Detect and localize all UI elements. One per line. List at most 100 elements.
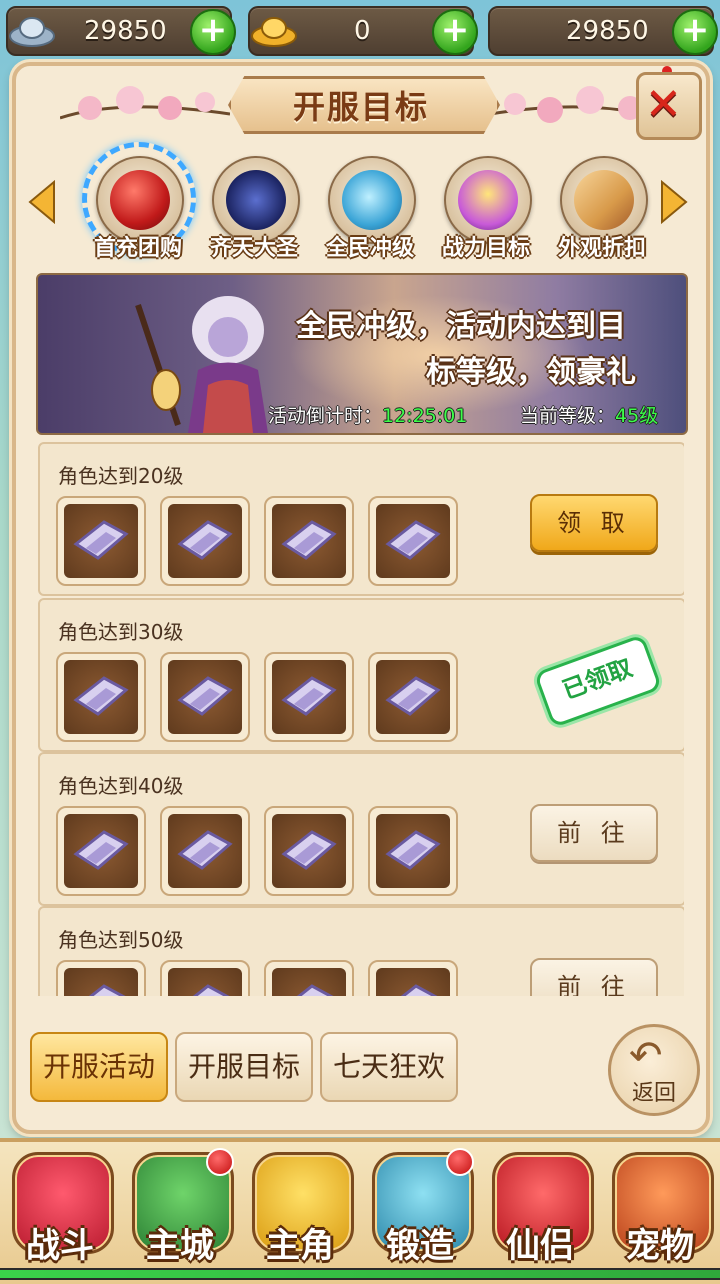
countdown-label: 活动倒计时： — [268, 405, 383, 427]
reward-item[interactable] — [56, 496, 146, 586]
tab-first-recharge[interactable]: 首充团购 — [80, 142, 196, 261]
tab-server-events[interactable]: 开服活动 — [30, 1032, 168, 1102]
tab-power-target[interactable]: 战力目标 — [428, 150, 544, 261]
constellation-icon — [226, 170, 286, 230]
reward-item[interactable] — [264, 652, 354, 742]
row-title: 角色达到40级 — [58, 774, 184, 798]
claim-button[interactable]: 领 取 — [530, 494, 658, 552]
page-title: 开服目标 — [292, 88, 429, 126]
reward-item[interactable] — [368, 960, 458, 996]
tab-level-rush[interactable]: 全民冲级 — [312, 150, 428, 261]
goto-button[interactable]: 前 往 — [530, 958, 658, 996]
talisman-scroll-icon — [376, 968, 450, 996]
target-list[interactable]: 角色达到20级 领 取 角色达到30级 已领取 角色达到40级 前 往 角色达到… — [36, 440, 684, 996]
talisman-scroll-icon — [168, 504, 242, 578]
nav-label: 锻造 — [386, 1226, 454, 1266]
goto-button[interactable]: 前 往 — [530, 804, 658, 862]
notification-badge — [446, 1148, 474, 1176]
reward-item[interactable] — [56, 806, 146, 896]
tab-server-targets[interactable]: 开服目标 — [175, 1032, 313, 1102]
tab-label: 外观折扣 — [557, 236, 646, 261]
banner-headline-2: 标等级，领豪礼 — [426, 355, 636, 390]
activity-tabs: 首充团购 齐天大圣 全民冲级 战力目标 外观折扣 — [70, 142, 650, 261]
medal-icon — [458, 170, 518, 230]
talisman-scroll-icon — [376, 814, 450, 888]
nav-item-forge[interactable]: 锻造 — [364, 1148, 476, 1266]
reward-item[interactable] — [264, 806, 354, 896]
reward-item[interactable] — [160, 496, 250, 586]
event-banner: 全民冲级，活动内达到目 标等级，领豪礼 活动倒计时：12:25:01 当前等级：… — [36, 273, 688, 435]
nav-label: 主城 — [146, 1226, 214, 1266]
reward-item[interactable] — [264, 960, 354, 996]
gold-amount: 0 — [354, 16, 371, 46]
tabs-prev-arrow-icon[interactable] — [26, 180, 56, 224]
reward-item[interactable] — [160, 652, 250, 742]
row-title: 角色达到20级 — [58, 464, 184, 488]
row-title: 角色达到30级 — [58, 620, 184, 644]
nav-item-city[interactable]: 主城 — [124, 1148, 236, 1266]
nav-label: 仙侣 — [506, 1226, 574, 1266]
nav-item-companion[interactable]: 仙侣 — [484, 1148, 596, 1266]
list-item: 角色达到20级 领 取 — [38, 442, 684, 596]
tab-label: 齐天大圣 — [209, 236, 298, 261]
panel-title-plate: 开服目标 — [228, 70, 500, 134]
blue-bird-icon — [342, 170, 402, 230]
character-illustration — [135, 296, 268, 433]
nav-item-pet[interactable]: 宠物 — [604, 1148, 716, 1266]
tab-appearance-discount[interactable]: 外观折扣 — [544, 150, 660, 261]
reward-item[interactable] — [160, 960, 250, 996]
back-button[interactable]: ↶ 返回 — [608, 1024, 700, 1116]
current-level: 当前等级：45级 — [520, 401, 658, 428]
reward-item[interactable] — [160, 806, 250, 896]
claimed-stamp: 已领取 — [533, 633, 663, 729]
tab-monkey-king[interactable]: 齐天大圣 — [196, 150, 312, 261]
currency-bar: 29850 + 0 + 29850 + — [0, 0, 720, 60]
reward-item[interactable] — [264, 496, 354, 586]
silver-ingot-icon — [9, 17, 55, 47]
talisman-scroll-icon — [168, 660, 242, 734]
gold-ingot-icon — [251, 17, 297, 47]
talisman-scroll-icon — [168, 968, 242, 996]
back-arrow-icon: ↶ — [629, 1033, 663, 1079]
silver-counter: 29850 + — [6, 6, 236, 56]
level-label: 当前等级： — [520, 405, 616, 427]
list-item: 角色达到40级 前 往 — [38, 752, 684, 906]
blossom-decoration-icon — [490, 86, 660, 123]
experience-bar — [0, 1268, 720, 1280]
talisman-scroll-icon — [64, 660, 138, 734]
talisman-scroll-icon — [272, 504, 346, 578]
list-item: 角色达到30级 已领取 — [38, 598, 684, 752]
tabs-next-arrow-icon[interactable] — [660, 180, 690, 224]
countdown-value: 12:25:01 — [382, 405, 468, 427]
add-third-button[interactable]: + — [672, 9, 718, 55]
talisman-scroll-icon — [64, 968, 138, 996]
talisman-scroll-icon — [272, 814, 346, 888]
close-button[interactable]: ✕ — [636, 72, 702, 140]
tab-label: 全民冲级 — [325, 236, 414, 261]
reward-item[interactable] — [368, 806, 458, 896]
talisman-scroll-icon — [168, 814, 242, 888]
talisman-scroll-icon — [64, 814, 138, 888]
scroll-icon — [574, 170, 634, 230]
add-gold-button[interactable]: + — [432, 9, 478, 55]
reward-item[interactable] — [56, 960, 146, 996]
back-label: 返回 — [631, 1081, 676, 1106]
add-silver-button[interactable]: + — [190, 9, 236, 55]
tab-seven-day-carnival[interactable]: 七天狂欢 — [320, 1032, 458, 1102]
third-amount: 29850 — [566, 16, 649, 46]
nav-label: 战斗 — [26, 1226, 94, 1266]
nav-item-hero[interactable]: 主角 — [244, 1148, 356, 1266]
nav-item-battle[interactable]: 战斗 — [4, 1148, 116, 1266]
nav-label: 主角 — [266, 1226, 334, 1266]
reward-item[interactable] — [56, 652, 146, 742]
silver-amount: 29850 — [84, 16, 167, 46]
talisman-scroll-icon — [376, 504, 450, 578]
reward-item[interactable] — [368, 652, 458, 742]
reward-item[interactable] — [368, 496, 458, 586]
nav-label: 宠物 — [626, 1226, 694, 1266]
tab-label: 首充团购 — [93, 236, 182, 261]
talisman-scroll-icon — [64, 504, 138, 578]
gold-counter: 0 + — [248, 6, 478, 56]
tab-label: 战力目标 — [441, 236, 530, 261]
third-counter: 29850 + — [488, 6, 718, 56]
